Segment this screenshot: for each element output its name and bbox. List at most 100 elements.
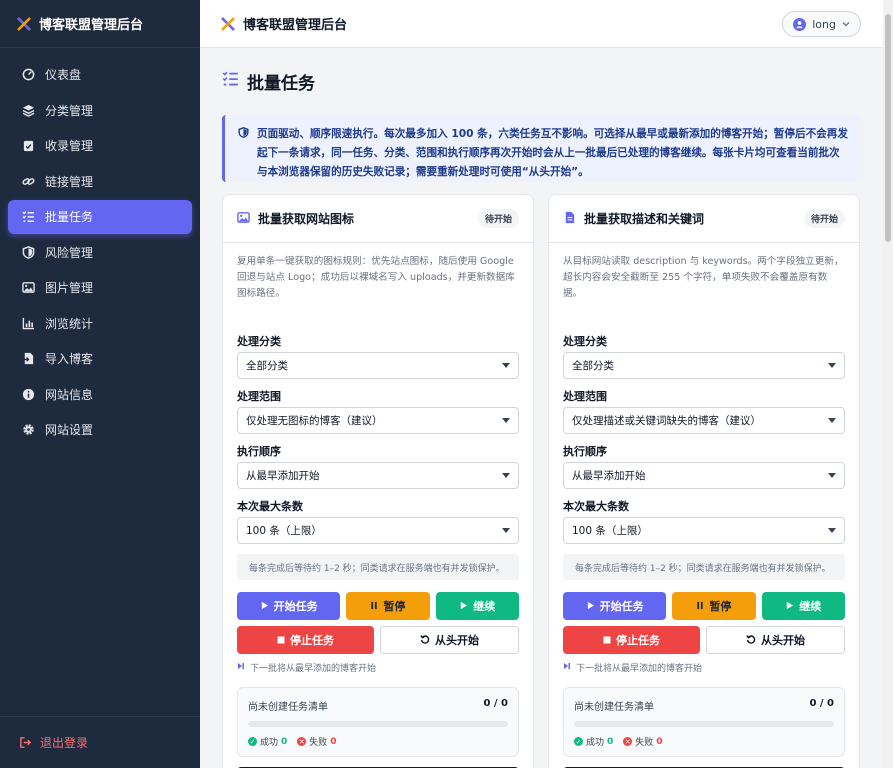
file-import-icon: [21, 352, 35, 366]
order-select[interactable]: 从最早添加开始: [563, 462, 845, 489]
sidebar-item-links[interactable]: 链接管理: [8, 164, 192, 198]
play-icon: [586, 600, 595, 613]
sidebar-item-settings[interactable]: 网站设置: [8, 413, 192, 447]
fail-count: 0: [656, 736, 663, 747]
logo-icon: [17, 16, 31, 31]
pause-icon: [370, 600, 378, 613]
max-count-select[interactable]: 100 条（上限）: [237, 517, 519, 544]
sidebar-item-images[interactable]: 图片管理: [8, 271, 192, 305]
button-row: 开始任务 暂停 继续: [563, 592, 845, 620]
stop-task-label: 停止任务: [616, 634, 660, 647]
user-name: long: [812, 17, 836, 31]
sidebar-item-label: 分类管理: [45, 103, 94, 118]
pause-button[interactable]: 暂停: [346, 592, 430, 620]
image-icon: [237, 211, 250, 227]
scope-label: 处理范围: [237, 390, 281, 403]
fail-stat: ✕ 失败 0: [297, 735, 337, 748]
success-stat: ✓ 成功 0: [248, 735, 287, 748]
sidebar-item-batch-tasks[interactable]: 批量任务: [8, 199, 192, 234]
scrollbar-thumb[interactable]: [885, 14, 891, 242]
x-circle-icon: ✕: [623, 737, 633, 746]
scope-select[interactable]: 仅处理无图标的博客（建议）: [237, 407, 519, 434]
sidebar-brand-title: 博客联盟管理后台: [39, 18, 144, 33]
file-text-icon: [563, 211, 576, 227]
sidebar-item-risk[interactable]: 风险管理: [8, 235, 192, 269]
user-avatar-icon: [793, 17, 807, 31]
fail-stat: ✕ 失败 0: [623, 735, 663, 748]
card-description: 从目标网站读取 description 与 keywords。两个字段独立更新，…: [563, 256, 844, 299]
success-label: 成功: [586, 738, 605, 748]
sidebar-item-stats[interactable]: 浏览统计: [8, 306, 192, 340]
sidebar-item-submissions[interactable]: 收录管理: [8, 129, 192, 163]
logo-icon: [221, 16, 235, 31]
sidebar-item-import[interactable]: 导入博客: [8, 342, 192, 376]
check-circle-icon: ✓: [248, 737, 257, 746]
order-label: 执行顺序: [237, 445, 281, 458]
success-count: 0: [607, 736, 614, 747]
button-row: 开始任务 暂停 继续: [237, 592, 519, 620]
card-title: 批量获取描述和关键词: [584, 212, 705, 226]
order-select[interactable]: 从最早添加开始: [237, 462, 519, 489]
restart-label: 从头开始: [761, 634, 805, 647]
caret-down-icon: [502, 528, 510, 533]
layers-icon: [21, 103, 35, 117]
progress-stats: ✓ 成功 0 ✕ 失败 0: [574, 735, 834, 748]
max-count-select[interactable]: 100 条（上限）: [563, 517, 845, 544]
sidebar-item-categories[interactable]: 分类管理: [8, 93, 192, 127]
caret-down-icon: [828, 473, 836, 478]
category-select[interactable]: 全部分类: [563, 352, 845, 379]
success-count: 0: [281, 736, 288, 747]
logout-icon: [18, 736, 32, 750]
stop-task-button[interactable]: 停止任务: [563, 626, 700, 654]
sidebar-item-label: 导入博客: [45, 352, 94, 366]
sidebar-item-dashboard[interactable]: 仪表盘: [8, 58, 192, 92]
sidebar-item-label: 图片管理: [45, 281, 94, 295]
start-task-button[interactable]: 开始任务: [563, 592, 667, 620]
sidebar-item-site-info[interactable]: 网站信息: [8, 377, 192, 411]
progress-header: 尚未创建任务清单 0 / 0: [248, 698, 508, 713]
restart-button[interactable]: 从头开始: [380, 626, 519, 654]
topbar-title: 博客联盟管理后台: [243, 18, 348, 33]
rate-hint: 每条完成后等待约 1–2 秒；同类请求在服务端也有并发锁保护。: [563, 554, 845, 580]
restart-button[interactable]: 从头开始: [706, 626, 845, 654]
category-select[interactable]: 全部分类: [237, 352, 519, 379]
progress-label: 尚未创建任务清单: [248, 702, 328, 713]
start-task-button[interactable]: 开始任务: [237, 592, 341, 620]
scope-select-value: 仅处理描述或关键词缺失的博客（建议）: [572, 415, 761, 427]
fail-label: 失败: [309, 738, 328, 748]
sidebar: 博客联盟管理后台 仪表盘 分类管理 收录管理 链接管理 批量任务 风险管理 图片…: [0, 0, 200, 768]
scope-select[interactable]: 仅处理描述或关键词缺失的博客（建议）: [563, 407, 845, 434]
pause-icon: [696, 600, 704, 613]
start-task-label: 开始任务: [273, 600, 318, 613]
bar-chart-icon: [21, 316, 35, 330]
shield-icon: [238, 127, 249, 182]
stop-icon: [603, 634, 611, 647]
forward-step-icon: [237, 662, 245, 673]
user-menu-button[interactable]: long: [782, 11, 861, 37]
info-notice: 页面驱动、顺序限速执行。每次最多加入 100 条，六类任务互不影响。可选择从最早…: [222, 115, 860, 182]
pause-button[interactable]: 暂停: [672, 592, 756, 620]
category-select-value: 全部分类: [572, 360, 614, 372]
max-count-select-value: 100 条（上限）: [246, 525, 322, 537]
status-badge: 待开始: [477, 209, 519, 228]
sidebar-item-label: 网站信息: [45, 387, 94, 402]
caret-down-icon: [502, 473, 510, 478]
stop-task-button[interactable]: 停止任务: [237, 626, 374, 654]
progress-count: 0 / 0: [483, 698, 508, 709]
sidebar-item-label: 批量任务: [45, 210, 94, 224]
gauge-icon: [21, 68, 35, 82]
page-scrollbar[interactable]: [883, 0, 893, 768]
logout-label: 退出登录: [40, 736, 89, 750]
topbar: 博客联盟管理后台 long: [200, 0, 883, 48]
progress-count: 0 / 0: [809, 698, 834, 709]
progress-stats: ✓ 成功 0 ✕ 失败 0: [248, 735, 508, 748]
sidebar-item-label: 链接管理: [45, 174, 94, 189]
card-header: 批量获取网站图标 待开始: [223, 195, 533, 243]
stop-task-label: 停止任务: [290, 634, 334, 647]
main-content: 批量任务 页面驱动、顺序限速执行。每次最多加入 100 条，六类任务互不影响。可…: [200, 48, 883, 768]
sidebar-brand[interactable]: 博客联盟管理后台: [0, 0, 200, 48]
logout-button[interactable]: 退出登录: [0, 716, 200, 768]
fail-label: 失败: [635, 738, 654, 748]
resume-button[interactable]: 继续: [435, 592, 519, 620]
resume-button[interactable]: 继续: [761, 592, 845, 620]
